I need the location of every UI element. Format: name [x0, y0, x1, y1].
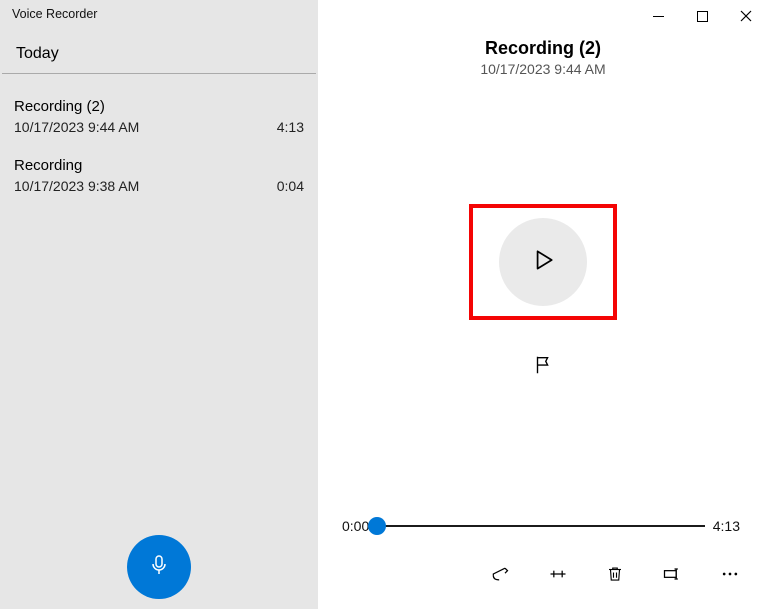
recording-duration: 0:04 — [277, 178, 304, 194]
more-icon — [720, 564, 740, 589]
add-marker-button[interactable] — [532, 354, 554, 381]
seek-thumb[interactable] — [368, 517, 386, 535]
recording-title: Recording (2) — [14, 98, 304, 115]
window-titlebar — [318, 0, 768, 30]
app-title: Voice Recorder — [0, 0, 318, 31]
bottom-toolbar — [318, 564, 768, 609]
seek-bar[interactable]: 0:00 4:13 — [318, 518, 768, 534]
recording-item[interactable]: Recording (2) 10/17/2023 9:44 AM 4:13 — [0, 94, 318, 153]
delete-button[interactable] — [606, 565, 624, 588]
time-total: 4:13 — [713, 518, 740, 534]
microphone-icon — [147, 553, 171, 582]
trash-icon — [606, 565, 624, 588]
rename-icon — [662, 564, 682, 589]
more-button[interactable] — [720, 564, 740, 589]
recording-item[interactable]: Recording 10/17/2023 9:38 AM 0:04 — [0, 153, 318, 212]
play-icon — [530, 247, 556, 278]
playback-area — [318, 67, 768, 518]
recording-duration: 4:13 — [277, 119, 304, 135]
close-button[interactable] — [724, 2, 768, 30]
share-icon — [490, 564, 510, 589]
trim-icon — [548, 564, 568, 589]
seek-track[interactable] — [377, 525, 705, 527]
time-current: 0:00 — [342, 518, 369, 534]
annotation-highlight — [469, 204, 617, 320]
main-panel: Recording (2) 10/17/2023 9:44 AM 0:00 4: — [318, 0, 768, 609]
record-button[interactable] — [127, 535, 191, 599]
recording-timestamp: 10/17/2023 9:44 AM — [14, 119, 139, 135]
recording-timestamp: 10/17/2023 9:38 AM — [14, 178, 139, 194]
trim-button[interactable] — [548, 564, 568, 589]
minimize-button[interactable] — [636, 2, 680, 30]
section-header-today: Today — [2, 31, 316, 74]
selected-recording-title: Recording (2) — [318, 38, 768, 59]
rename-button[interactable] — [662, 564, 682, 589]
recording-title: Recording — [14, 157, 304, 174]
share-button[interactable] — [490, 564, 510, 589]
maximize-button[interactable] — [680, 2, 724, 30]
play-button[interactable] — [499, 218, 587, 306]
sidebar: Voice Recorder Today Recording (2) 10/17… — [0, 0, 318, 609]
flag-icon — [532, 363, 554, 380]
recordings-list: Recording (2) 10/17/2023 9:44 AM 4:13 Re… — [0, 78, 318, 212]
